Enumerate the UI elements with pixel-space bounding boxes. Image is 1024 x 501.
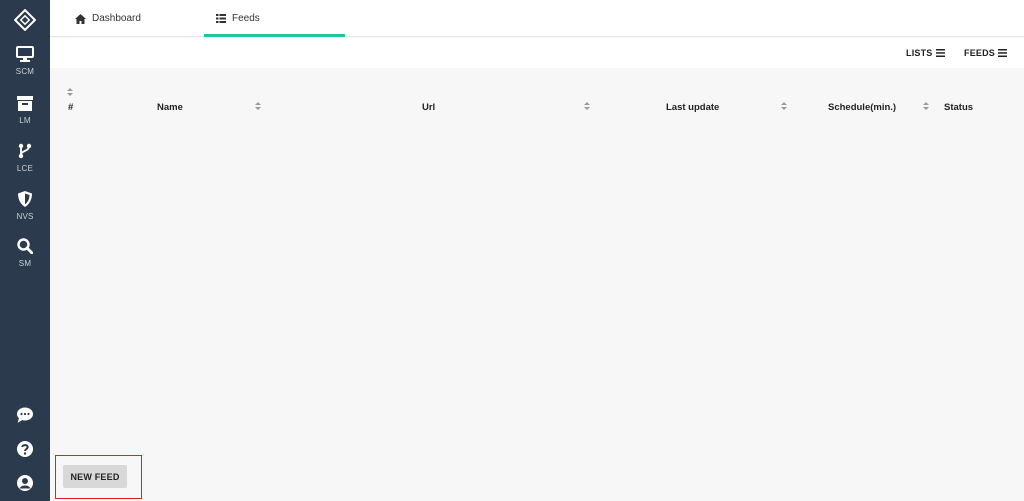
sidebar-item-lm[interactable]: LM [0, 96, 50, 125]
column-header-last-update[interactable]: Last update [666, 102, 719, 113]
monitor-icon [16, 46, 34, 62]
column-header-schedule[interactable]: Schedule(min.) [828, 102, 896, 113]
archive-icon [17, 96, 33, 111]
tab-label: Feeds [232, 13, 260, 24]
sort-icon[interactable] [67, 88, 73, 96]
new-feed-button[interactable]: NEW FEED [63, 465, 127, 488]
feeds-table: # Name Url Last update Schedule(min.) St… [50, 68, 1024, 501]
sort-icon[interactable] [923, 102, 929, 110]
sidebar-item-lce[interactable]: LCE [0, 143, 50, 173]
help-icon[interactable] [16, 440, 34, 458]
tab-feeds[interactable]: Feeds [216, 0, 260, 37]
sort-icon[interactable] [584, 102, 590, 110]
new-feed-highlight: NEW FEED [55, 455, 142, 499]
user-icon[interactable] [16, 474, 34, 492]
feeds-menu-button[interactable]: FEEDS [964, 38, 1008, 68]
tab-label: Dashboard [92, 13, 141, 24]
branch-icon [18, 143, 32, 159]
list-icon [216, 14, 226, 23]
feeds-menu-label: FEEDS [964, 48, 996, 58]
shield-icon [18, 191, 32, 207]
sidebar-item-label: LCE [16, 164, 34, 173]
lists-menu-button[interactable]: LISTS [906, 38, 945, 68]
chat-icon[interactable] [16, 406, 34, 424]
tab-dashboard[interactable]: Dashboard [75, 0, 141, 37]
sidebar-item-scm[interactable]: SCM [0, 46, 50, 76]
sidebar-item-label: SM [18, 259, 32, 268]
lists-menu-label: LISTS [906, 48, 933, 58]
sort-icon[interactable] [781, 102, 787, 110]
sidebar-item-sm[interactable]: SM [0, 238, 50, 268]
sidebar-item-nvs[interactable]: NVS [0, 191, 50, 221]
column-header-number[interactable]: # [68, 102, 73, 113]
search-icon [17, 238, 33, 254]
column-header-name[interactable]: Name [157, 102, 183, 113]
sort-icon[interactable] [255, 102, 261, 110]
sidebar: SCM LM LCE NVS SM [0, 0, 50, 501]
active-tab-indicator [204, 34, 345, 37]
home-icon [75, 13, 86, 24]
sidebar-item-label: NVS [16, 212, 34, 221]
app-logo-icon[interactable] [13, 8, 37, 32]
tab-bar: Dashboard Feeds [50, 0, 1024, 37]
column-header-url[interactable]: Url [422, 102, 435, 113]
sidebar-item-label: SCM [15, 67, 35, 76]
column-header-status[interactable]: Status [944, 102, 973, 113]
hamburger-icon [998, 49, 1008, 57]
sidebar-item-label: LM [19, 116, 31, 125]
hamburger-icon [935, 49, 945, 57]
toolbar: LISTS FEEDS [50, 38, 1024, 68]
